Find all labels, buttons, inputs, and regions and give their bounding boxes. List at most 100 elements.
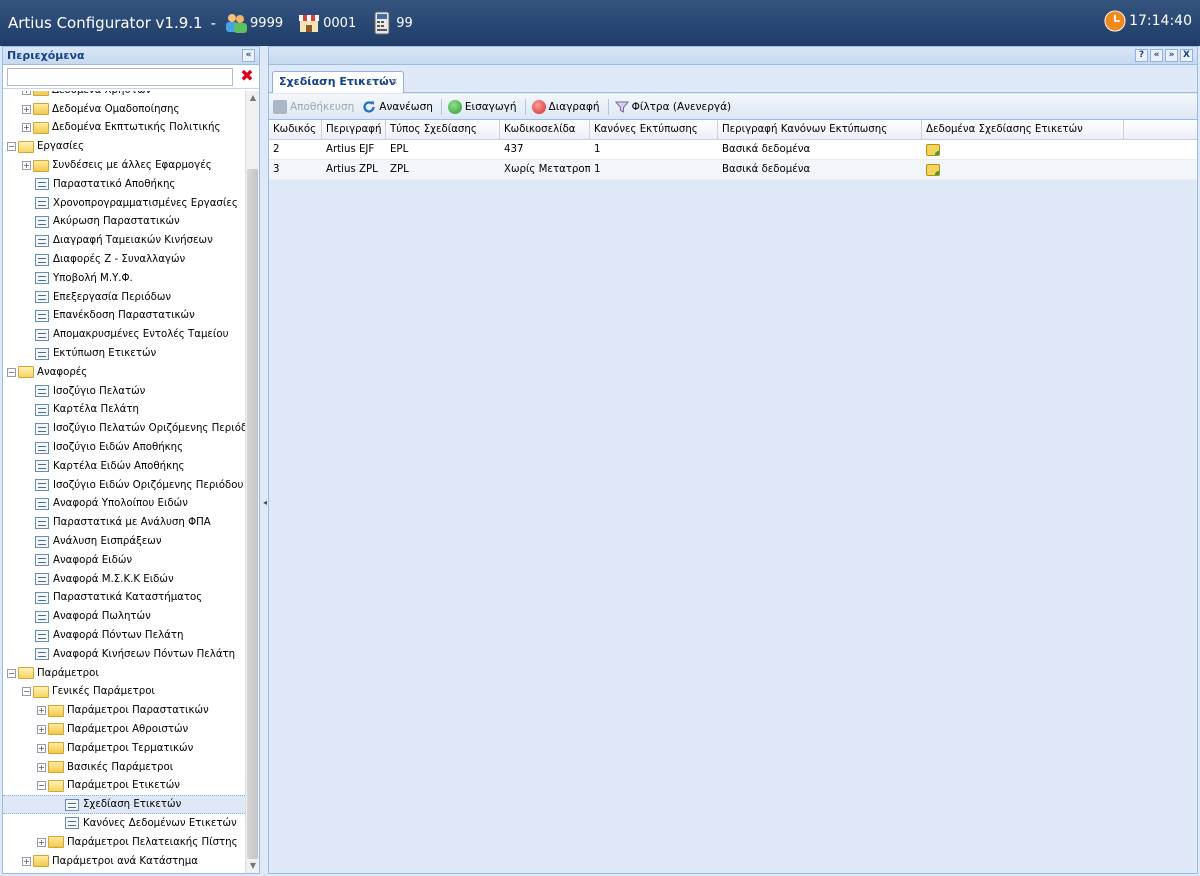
tree-item[interactable]: Κανόνες Δεδομένων Ετικετών: [3, 814, 247, 833]
tree-item[interactable]: Ακύρωση Παραστατικών: [3, 213, 247, 232]
tree-item[interactable]: Αναφορά Πόντων Πελάτη: [3, 626, 247, 645]
expand-toggle-icon[interactable]: +: [37, 762, 46, 772]
tree-item[interactable]: Αναφορά Μ.Σ.Κ.Κ Ειδών: [3, 570, 247, 589]
save-button[interactable]: Αποθήκευση: [273, 99, 354, 114]
close-all-tabs-button[interactable]: X: [1180, 49, 1193, 62]
column-header-design-type[interactable]: Τύπος Σχεδίασης: [386, 120, 500, 139]
tree-item[interactable]: Ισοζύγιο Ειδών Αποθήκης: [3, 438, 247, 457]
clock-icon: [1104, 10, 1126, 32]
tree-item[interactable]: Καρτέλα Πελάτη: [3, 401, 247, 420]
tree-item[interactable]: − Παράμετροι: [3, 664, 247, 683]
expand-toggle-icon[interactable]: +: [37, 706, 46, 716]
form-icon: [35, 497, 49, 510]
tab-close-icon[interactable]: ×: [390, 72, 398, 92]
collapse-toggle-icon[interactable]: −: [37, 781, 46, 791]
tree-item[interactable]: − Εργασίες: [3, 137, 247, 156]
collapse-toggle-icon[interactable]: −: [7, 367, 16, 377]
tree-item[interactable]: Καρτέλα Ειδών Αποθήκης: [3, 457, 247, 476]
column-header-print-rules[interactable]: Κανόνες Εκτύπωσης: [590, 120, 718, 139]
delete-button[interactable]: Διαγραφή: [531, 99, 600, 114]
scroll-up-arrow-icon[interactable]: ▲: [248, 93, 258, 103]
tree-item[interactable]: Σχεδίαση Ετικετών: [3, 795, 247, 815]
expand-toggle-icon[interactable]: +: [37, 724, 46, 734]
tree-item[interactable]: + Δεδομένα Εκπτωτικής Πολιτικής: [3, 119, 247, 138]
folder-icon: [33, 855, 49, 868]
expand-toggle-icon[interactable]: +: [22, 161, 31, 171]
title-bar: Artius Configurator v1.9.1 - 9999 0001 9…: [0, 0, 1200, 46]
collapse-toggle-icon[interactable]: −: [7, 668, 16, 678]
tree-item[interactable]: + Συνδέσεις με άλλες Εφαρμογές: [3, 156, 247, 175]
column-header-codepage[interactable]: Κωδικοσελίδα: [500, 120, 590, 139]
tree-item[interactable]: + Παράμετροι Παραστατικών: [3, 701, 247, 720]
column-header-description[interactable]: Περιγραφή: [322, 120, 386, 139]
cell-label-design-data[interactable]: [922, 160, 1124, 179]
label-data-icon[interactable]: [926, 144, 940, 156]
expand-toggle-icon[interactable]: +: [22, 123, 31, 133]
tree-item[interactable]: + Παράμετροι Αθροιστών: [3, 720, 247, 739]
form-icon: [35, 535, 49, 548]
table-row[interactable]: 3 Artius ZPL ZPL Χωρίς Μετατροπή 1 Βασικά δεδ…: [269, 160, 1197, 180]
tree-item[interactable]: Ισοζύγιο Ειδών Οριζόμενης Περιόδου: [3, 476, 247, 495]
clear-search-button[interactable]: ✖: [239, 68, 255, 84]
tab-label-design[interactable]: Σχεδίαση Ετικετών ×: [272, 71, 404, 93]
form-icon: [35, 309, 49, 322]
tree-item[interactable]: − Παράμετροι Ετικετών: [3, 776, 247, 795]
tree-item[interactable]: Αναφορά Κινήσεων Πόντων Πελάτη: [3, 645, 247, 664]
splitter-arrow-icon[interactable]: ◂: [263, 498, 267, 507]
tree-item[interactable]: Παραστατικό Αποθήκης: [3, 175, 247, 194]
collapse-panel-button[interactable]: «: [242, 49, 255, 62]
tree-item[interactable]: + Δεδομένα Ομαδοποίησης: [3, 100, 247, 119]
tree-item[interactable]: + Βασικές Παράμετροι: [3, 758, 247, 777]
tree-item[interactable]: Διαφορές Ζ - Συναλλαγών: [3, 250, 247, 269]
tree-item[interactable]: + Δεδομένα Χρήστών: [3, 91, 247, 100]
expand-toggle-icon[interactable]: +: [37, 743, 46, 753]
tree-item[interactable]: Αναφορά Ειδών: [3, 551, 247, 570]
insert-button[interactable]: Εισαγωγή: [447, 99, 517, 114]
filters-button[interactable]: Φίλτρα (Ανενεργά): [614, 100, 731, 114]
tree-item[interactable]: − Γενικές Παράμετροι: [3, 683, 247, 702]
tree-item[interactable]: Επανέκδοση Παραστατικών: [3, 307, 247, 326]
table-row[interactable]: 2 Artius EJF EPL 437 1 Βασικά δεδομένα: [269, 140, 1197, 160]
label-data-icon[interactable]: [926, 164, 940, 176]
tree-item-label: Αναφορά Υπολοίπου Ειδών: [53, 498, 188, 510]
scroll-down-arrow-icon[interactable]: ▼: [248, 861, 258, 871]
tree-item[interactable]: Αναφορά Πωλητών: [3, 607, 247, 626]
expand-toggle-icon[interactable]: +: [22, 856, 31, 866]
form-icon: [35, 234, 49, 247]
tree-item[interactable]: Χρονοπρογραμματισμένες Εργασίες: [3, 194, 247, 213]
collapse-toggle-icon[interactable]: −: [22, 687, 31, 697]
expand-toggle-icon[interactable]: +: [22, 91, 31, 95]
tree-item[interactable]: − Αναφορές: [3, 363, 247, 382]
collapse-toggle-icon[interactable]: −: [7, 142, 16, 152]
tree-item[interactable]: Επεξεργασία Περιόδων: [3, 288, 247, 307]
floppy-disk-icon: [273, 99, 287, 114]
help-button[interactable]: ?: [1135, 49, 1148, 62]
tree-item[interactable]: Εκτύπωση Ετικετών: [3, 344, 247, 363]
cell-label-design-data[interactable]: [922, 140, 1124, 159]
expand-toggle-icon[interactable]: +: [37, 837, 46, 847]
column-header-code[interactable]: Κωδικός: [269, 120, 322, 139]
tree-scrollbar[interactable]: ▲ ▼: [245, 91, 259, 873]
column-header-print-rules-description[interactable]: Περιγραφή Κανόνων Εκτύπωσης: [718, 120, 922, 139]
tree-item[interactable]: Απομακρυσμένες Εντολές Ταμείου: [3, 325, 247, 344]
tree-item[interactable]: Ανάλυση Εισπράξεων: [3, 532, 247, 551]
tree-item-label: Ισοζύγιο Πελατών: [53, 385, 146, 397]
scroll-tabs-right-button[interactable]: »: [1165, 49, 1178, 62]
tree-item[interactable]: Ισοζύγιο Πελατών: [3, 382, 247, 401]
tree-scroll-thumb[interactable]: [247, 169, 258, 859]
tree-item[interactable]: + Παράμετροι Τερματικών: [3, 739, 247, 758]
expand-toggle-icon[interactable]: +: [22, 104, 31, 114]
refresh-button[interactable]: Ανανέωση: [362, 100, 433, 114]
scroll-tabs-left-button[interactable]: «: [1150, 49, 1163, 62]
tree-search-input[interactable]: [7, 68, 233, 86]
tree-item[interactable]: Ισοζύγιο Πελατών Οριζόμενης Περιόδου: [3, 419, 247, 438]
tree-item[interactable]: Παραστατικά με Ανάλυση ΦΠΑ: [3, 513, 247, 532]
column-header-label-design-data[interactable]: Δεδομένα Σχεδίασης Ετικετών: [922, 120, 1124, 139]
tree-item[interactable]: Υποβολή Μ.Υ.Φ.: [3, 269, 247, 288]
tree-item[interactable]: + Παράμετροι ανά Κατάστημα: [3, 852, 247, 871]
tree-item-label: Αναφορά Κινήσεων Πόντων Πελάτη: [53, 648, 236, 660]
tree-item[interactable]: Παραστατικά Καταστήματος: [3, 589, 247, 608]
tree-item[interactable]: Διαγραφή Ταμειακών Κινήσεων: [3, 231, 247, 250]
tree-item[interactable]: + Παράμετροι Πελατειακής Πίστης: [3, 833, 247, 852]
tree-item[interactable]: Αναφορά Υπολοίπου Ειδών: [3, 495, 247, 514]
